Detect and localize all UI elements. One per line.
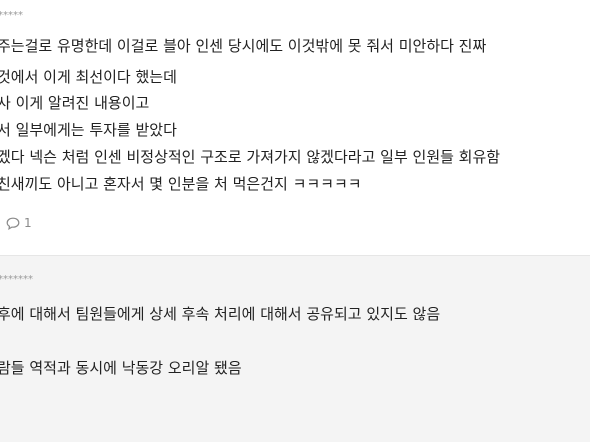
comment-text-line: 후에 대해서 팀원들에게 상세 후속 처리에 대해서 공유되고 있지도 않음: [0, 305, 441, 323]
comment-text-line: 주는걸로 유명한데 이걸로 블아 인센 당시에도 이것밖에 못 줘서 미안하다 …: [0, 37, 487, 55]
reply-bubble-icon: [6, 217, 20, 230]
comment: [0, 255, 590, 442]
comment-text-line: 람들 역적과 동시에 낙동강 오리알 됐음: [0, 359, 242, 377]
comment-text-line: 겠다 넥슨 처럼 인센 비정상적인 구조로 가져가지 않겠다라고 일부 인원들 …: [0, 148, 501, 166]
comment-text-line: 사 이게 알려진 내용이고: [0, 94, 150, 112]
comment-author[interactable]: *****: [0, 10, 23, 21]
comment-author[interactable]: *******: [0, 274, 33, 285]
comment-text-line: 서 일부에게는 투자를 받았다: [0, 121, 177, 139]
reply-button[interactable]: 1: [6, 216, 32, 230]
comment-text-line: 것에서 이게 최선이다 했는데: [0, 68, 177, 86]
comment-text-line: 친새끼도 아니고 혼자서 몇 인분을 처 먹은건지 ㅋㅋㅋㅋㅋ: [0, 175, 362, 193]
reply-count: 1: [24, 216, 32, 230]
comment-thread: ***** 주는걸로 유명한데 이걸로 블아 인센 당시에도 이것밖에 못 줘서…: [0, 0, 590, 442]
